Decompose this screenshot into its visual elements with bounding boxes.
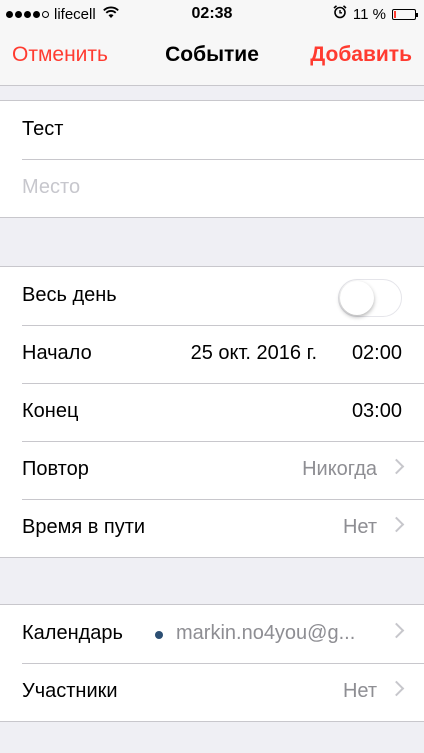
repeat-row[interactable]: Повтор Никогда: [0, 441, 424, 499]
calendar-value: markin.no4you@g...: [176, 622, 356, 644]
end-label: Конец: [22, 400, 79, 422]
add-button[interactable]: Добавить: [310, 43, 412, 67]
chevron-right-icon: [388, 622, 405, 639]
calendar-label: Календарь: [22, 622, 123, 644]
chevron-right-icon: [388, 680, 405, 697]
travel-time-value: Нет: [342, 516, 377, 538]
invitees-value: Нет: [342, 680, 377, 702]
status-right: 11 %: [333, 5, 418, 23]
travel-time-row[interactable]: Время в пути Нет: [0, 499, 424, 557]
title-field[interactable]: Тест: [0, 101, 424, 159]
repeat-label: Повтор: [22, 458, 89, 480]
navigation-bar: Отменить Событие Добавить: [0, 28, 424, 86]
toggle-knob: [340, 281, 374, 315]
battery-icon: [392, 8, 418, 20]
location-field[interactable]: Место: [0, 159, 424, 217]
chevron-right-icon: [388, 458, 405, 475]
battery-percent: 11 %: [352, 5, 386, 23]
start-label: Начало: [22, 342, 92, 364]
calendar-group: Календарь markin.no4you@g... Участники Н…: [0, 604, 424, 722]
all-day-label: Весь день: [22, 284, 117, 306]
travel-time-label: Время в пути: [22, 516, 146, 538]
all-day-toggle[interactable]: [338, 279, 402, 317]
invitees-row[interactable]: Участники Нет: [0, 663, 424, 721]
chevron-right-icon: [388, 516, 405, 533]
title-value: Тест: [22, 118, 64, 140]
location-placeholder: Место: [22, 176, 81, 198]
status-bar: lifecell 02:38 11 %: [0, 0, 424, 28]
end-time: 03:00: [351, 400, 402, 422]
schedule-group: Весь день Начало 25 окт. 2016 г. 02:00 К…: [0, 266, 424, 558]
calendar-row[interactable]: Календарь markin.no4you@g...: [0, 605, 424, 663]
all-day-row: Весь день: [0, 267, 424, 325]
battery-level-fill: [394, 10, 396, 18]
start-row[interactable]: Начало 25 окт. 2016 г. 02:00: [0, 325, 424, 383]
start-date: 25 окт. 2016 г.: [190, 342, 317, 364]
repeat-value: Никогда: [302, 458, 377, 480]
alarm-icon: [333, 5, 347, 23]
invitees-label: Участники: [22, 680, 118, 702]
start-time: 02:00: [351, 342, 402, 364]
calendar-color-dot: [155, 631, 163, 639]
event-details-group: Тест Место: [0, 100, 424, 218]
end-row[interactable]: Конец 03:00: [0, 383, 424, 441]
